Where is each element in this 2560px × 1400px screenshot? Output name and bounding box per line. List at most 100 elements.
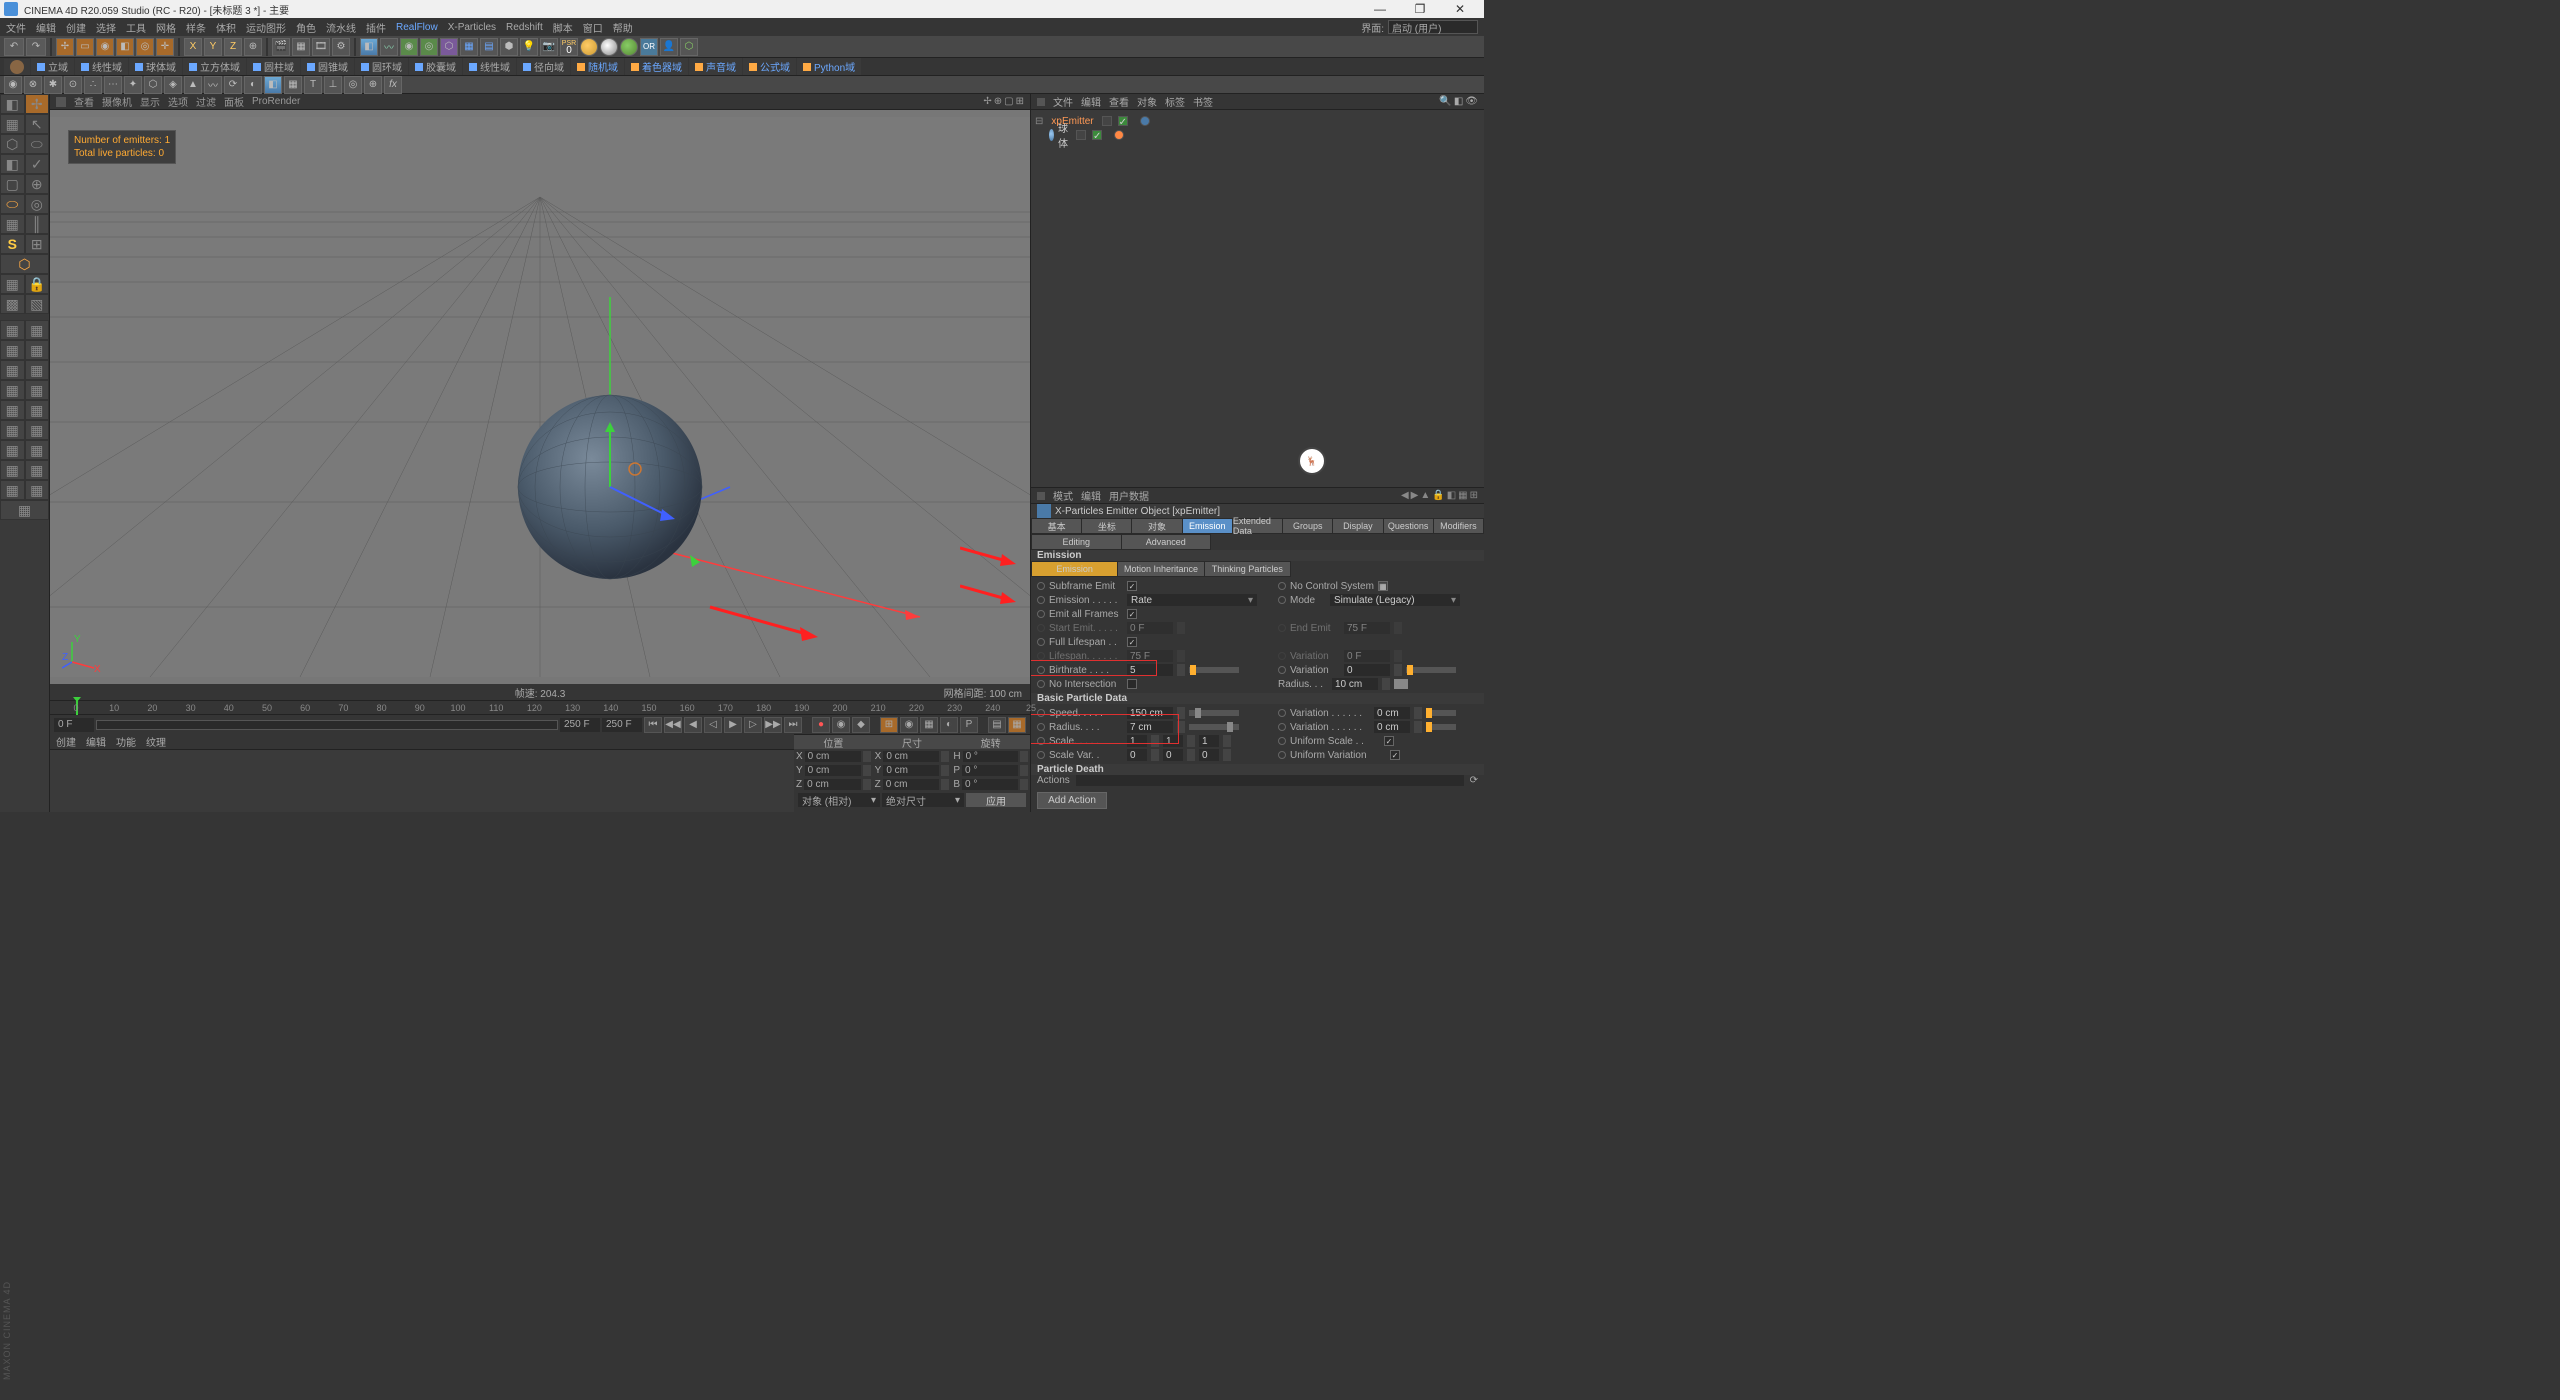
tab-editing[interactable]: Editing <box>1032 535 1121 549</box>
axis-z[interactable]: Z <box>224 38 242 56</box>
scalevar-value3[interactable]: 0 <box>1199 749 1219 761</box>
st-11[interactable]: 〰 <box>204 76 222 94</box>
scene-random[interactable]: 随机域 <box>571 58 624 75</box>
psr-button[interactable]: PSR0 <box>560 38 578 56</box>
birthvar-slider[interactable] <box>1406 667 1456 673</box>
scene-group[interactable]: 立域 <box>31 58 74 75</box>
obj-menu-obj[interactable]: 对象 <box>1137 94 1157 109</box>
scalevar-value2[interactable]: 0 <box>1163 749 1183 761</box>
lt-model[interactable]: ◧ <box>0 94 25 114</box>
speedvar-value[interactable]: 0 cm <box>1374 707 1410 719</box>
rot-H[interactable]: 0 ° <box>963 751 1018 762</box>
close-button[interactable]: ✕ <box>1440 0 1480 18</box>
attr-new-icon[interactable]: ◧ <box>1447 490 1456 501</box>
attr-i4[interactable]: ⊞ <box>1470 490 1478 501</box>
tab-object[interactable]: 对象 <box>1132 519 1181 533</box>
obj-filter-icon[interactable]: ◧ <box>1454 96 1463 107</box>
min-button[interactable]: — <box>1360 0 1400 18</box>
vp-menu-view[interactable]: 查看 <box>74 94 94 109</box>
tab-questions[interactable]: Questions <box>1384 519 1433 533</box>
scene-sphere[interactable]: 球体域 <box>129 58 182 75</box>
univar-check[interactable]: ✓ <box>1390 750 1400 760</box>
scene-torus[interactable]: 圆环域 <box>355 58 408 75</box>
render-view[interactable]: 🎬 <box>272 38 290 56</box>
radiusvar-slider[interactable] <box>1426 724 1456 730</box>
vp-grip-icon[interactable] <box>56 97 66 107</box>
redo-button[interactable]: ↷ <box>26 38 46 56</box>
menu-realflow[interactable]: RealFlow <box>396 22 438 33</box>
vp-zoom-icon[interactable]: ⊕ <box>994 96 1002 107</box>
attr-menu-edit[interactable]: 编辑 <box>1081 488 1101 503</box>
lt-p17[interactable]: ▦ <box>0 480 25 500</box>
st-19[interactable]: ⊕ <box>364 76 382 94</box>
crosshair-tool[interactable]: ✛ <box>156 38 174 56</box>
lt-edge[interactable]: ◧ <box>0 154 25 174</box>
lt-move[interactable]: ✢ <box>25 94 50 114</box>
vis-editor-2[interactable] <box>1076 130 1086 140</box>
select-tool[interactable]: ▭ <box>76 38 94 56</box>
axis-x[interactable]: X <box>184 38 202 56</box>
tab-emission[interactable]: Emission <box>1183 519 1232 533</box>
lt-uvpoint[interactable]: ▦ <box>0 214 25 234</box>
lt-p19[interactable]: ▦ <box>0 500 49 520</box>
scene-linear[interactable]: 线性域 <box>75 58 128 75</box>
pos-Z[interactable]: 0 cm <box>804 779 861 790</box>
layout-dropdown[interactable]: 启动 (用户) <box>1388 20 1478 34</box>
lt-p12[interactable]: ▦ <box>25 420 50 440</box>
attr-back-icon[interactable]: ◀ <box>1401 490 1409 501</box>
scene-cube[interactable]: 立方体域 <box>183 58 246 75</box>
scene-cyl[interactable]: 圆柱域 <box>247 58 300 75</box>
lt-p2[interactable]: ▦ <box>25 320 50 340</box>
tab-advanced[interactable]: Advanced <box>1122 535 1211 549</box>
pos-X[interactable]: 0 cm <box>805 751 861 762</box>
obj-search-icon[interactable]: 🔍 <box>1439 96 1451 107</box>
obj-grip-icon[interactable] <box>1037 98 1045 106</box>
st-13[interactable]: ◐ <box>244 76 262 94</box>
st-2[interactable]: ⊗ <box>24 76 42 94</box>
autokey-btn[interactable]: ◉ <box>832 717 850 733</box>
lt-p6[interactable]: ▦ <box>25 360 50 380</box>
birthrate-slider[interactable] <box>1189 667 1239 673</box>
lt-p1[interactable]: ▦ <box>0 320 25 340</box>
coord-size-dd[interactable]: 绝对尺寸▾ <box>882 793 964 807</box>
lt-cm[interactable]: ⬭ <box>0 194 25 214</box>
no-control-check[interactable]: ▦ <box>1378 581 1388 591</box>
st-fx[interactable]: fx <box>384 76 402 94</box>
menu-mesh[interactable]: 网格 <box>156 20 176 35</box>
lt-p14[interactable]: ▦ <box>25 440 50 460</box>
lifevar-value[interactable]: 0 F <box>1344 650 1390 662</box>
mat-func[interactable]: 功能 <box>116 734 136 749</box>
attr-grip-icon[interactable] <box>1037 492 1045 500</box>
lt-enable[interactable]: ✓ <box>25 154 50 174</box>
goto-end[interactable]: ⏭ <box>784 717 802 733</box>
render-region[interactable]: ▦ <box>292 38 310 56</box>
menu-select[interactable]: 选择 <box>96 20 116 35</box>
lt-p18[interactable]: ▦ <box>25 480 50 500</box>
lt-tex[interactable]: ▦ <box>0 114 25 134</box>
speed-slider[interactable] <box>1189 710 1239 716</box>
render-pv[interactable]: 🎞 <box>312 38 330 56</box>
material-area[interactable] <box>50 750 794 812</box>
obj-row-sphere[interactable]: 球体 ✓ <box>1035 128 1480 142</box>
next-key[interactable]: ▶▶ <box>764 717 782 733</box>
scene-shader[interactable]: 着色器域 <box>625 58 688 75</box>
speed-value[interactable]: 150 cm <box>1127 707 1173 719</box>
actions-refresh-icon[interactable]: ⟳ <box>1470 775 1478 786</box>
object-tree[interactable]: ⊟ xpEmitter ✓ 球体 <box>1031 110 1484 487</box>
menu-tools[interactable]: 工具 <box>126 20 146 35</box>
frame-start[interactable]: 0 F <box>54 718 94 732</box>
size-X[interactable]: 0 cm <box>883 751 939 762</box>
vis-render[interactable]: ✓ <box>1118 116 1128 126</box>
st-3[interactable]: ✱ <box>44 76 62 94</box>
subframe-emit-check[interactable]: ✓ <box>1127 581 1137 591</box>
lt-snap[interactable]: ◎ <box>25 194 50 214</box>
vp-split-icon[interactable]: ⊞ <box>1016 96 1024 107</box>
tab-display[interactable]: Display <box>1333 519 1382 533</box>
lt-p4[interactable]: ▦ <box>25 340 50 360</box>
menu-file[interactable]: 文件 <box>6 20 26 35</box>
menu-pipeline[interactable]: 流水线 <box>326 20 356 35</box>
attr-menu-data[interactable]: 用户数据 <box>1109 488 1149 503</box>
add-light[interactable]: ▤ <box>480 38 498 56</box>
ks-4[interactable]: ◐ <box>940 717 958 733</box>
attr-lock-icon[interactable]: 🔒 <box>1432 490 1444 501</box>
